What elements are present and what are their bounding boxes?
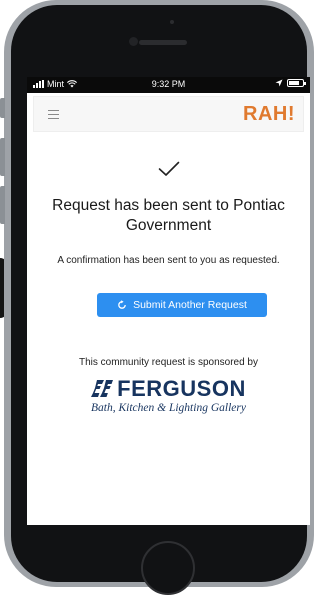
status-bar: Mint 9:32 PM xyxy=(27,77,310,93)
checkmark-icon xyxy=(158,161,180,176)
phone-frame: Mint 9:32 PM RAH! Request has been sent … xyxy=(0,0,314,595)
submit-another-request-label: Submit Another Request xyxy=(133,299,247,311)
battery-fill xyxy=(289,81,299,85)
sponsor-text: This community request is sponsored by xyxy=(79,357,258,368)
silent-switch xyxy=(0,98,5,118)
status-right xyxy=(275,79,306,87)
status-time: 9:32 PM xyxy=(151,79,186,89)
volume-down-button xyxy=(0,186,5,224)
sponsor-brand-name: FERGUSON xyxy=(117,376,246,401)
front-camera xyxy=(129,37,138,46)
confirmation-message: A confirmation has been sent to you as r… xyxy=(57,255,280,266)
ferguson-mark-icon xyxy=(91,380,114,397)
confirmation-title: Request has been sent to Pontiac Governm… xyxy=(52,197,285,234)
rah-logo[interactable]: RAH! xyxy=(243,103,295,126)
battery-icon xyxy=(287,79,306,87)
submit-another-request-button[interactable]: Submit Another Request xyxy=(97,293,267,317)
sponsor-tagline: Bath, Kitchen & Lighting Gallery xyxy=(91,402,246,414)
app-header: RAH! xyxy=(33,96,304,132)
proximity-sensor xyxy=(170,20,174,24)
phone-screen: Mint 9:32 PM RAH! Request has been sent … xyxy=(27,77,310,525)
earpiece-speaker xyxy=(139,40,187,45)
refresh-icon xyxy=(118,300,126,309)
location-arrow-icon xyxy=(275,79,283,87)
sponsor-logo[interactable]: FERGUSON Bath, Kitchen & Lighting Galler… xyxy=(27,376,310,414)
hamburger-icon[interactable] xyxy=(48,110,59,122)
phone-bezel: Mint 9:32 PM RAH! Request has been sent … xyxy=(11,5,310,595)
volume-up-button xyxy=(0,138,5,176)
sponsor-brand: FERGUSON xyxy=(27,376,310,402)
